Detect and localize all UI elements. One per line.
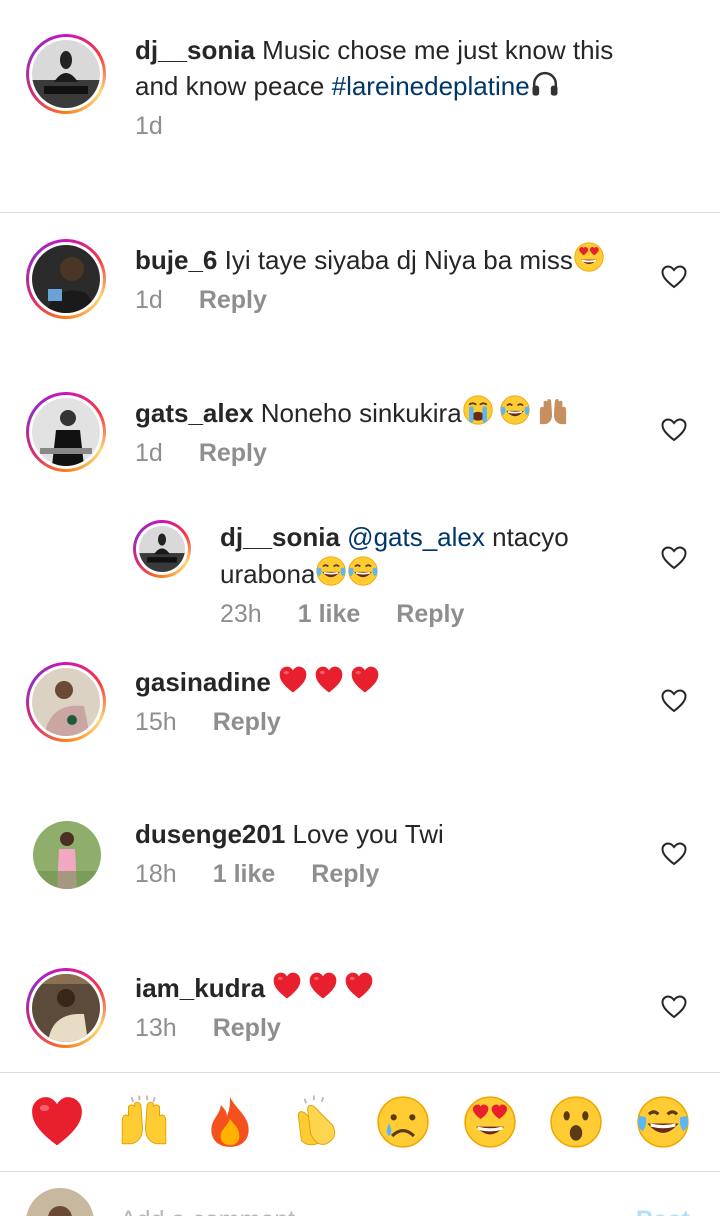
comment-text: Iyi taye siyaba dj Niya ba miss	[224, 245, 573, 275]
headphones-icon	[532, 71, 558, 96]
comment-avatar[interactable]	[33, 821, 101, 889]
tears-of-joy-emoji-icon	[315, 555, 347, 587]
clapping-hands-icon	[297, 1095, 335, 1146]
heart-eyes-emoji-icon	[573, 241, 605, 273]
red-heart-icon	[29, 1094, 85, 1150]
comment-time: 13h	[135, 1014, 177, 1042]
comment-time: 15h	[135, 708, 177, 736]
reply-button[interactable]: Reply	[199, 439, 267, 468]
like-heart-icon[interactable]	[661, 842, 687, 866]
reaction-fire[interactable]	[201, 1093, 259, 1151]
post-caption: dj__sonia Music chose me just know this …	[0, 0, 720, 212]
reply-button[interactable]: Reply	[199, 286, 267, 315]
like-heart-icon[interactable]	[661, 418, 687, 442]
heart-eyes-icon	[462, 1094, 518, 1150]
caption-divider	[0, 212, 720, 213]
red-heart-emoji-icon	[272, 971, 302, 1001]
comment-avatar[interactable]	[26, 662, 106, 742]
comment-username[interactable]: buje_6	[135, 245, 217, 275]
likes-count[interactable]: 1 like	[298, 600, 361, 629]
reply-button[interactable]: Reply	[311, 860, 379, 889]
reaction-red-heart[interactable]	[28, 1093, 86, 1151]
surprised-face-icon	[550, 1096, 602, 1148]
avatar-photo-dj-icon	[32, 40, 100, 108]
avatar-photo-icon	[26, 1188, 94, 1216]
comment-text: Love you Twi	[292, 819, 444, 849]
post-button[interactable]: Post	[636, 1206, 690, 1216]
reaction-raising-hands[interactable]	[115, 1093, 173, 1151]
red-heart-emoji-icon	[344, 971, 374, 1001]
reaction-sad-face[interactable]	[374, 1093, 432, 1151]
like-heart-icon[interactable]	[661, 546, 687, 570]
reply-username[interactable]: dj__sonia	[220, 522, 340, 552]
fire-icon	[211, 1097, 249, 1147]
caption-username[interactable]: dj__sonia	[135, 35, 255, 65]
reply-time: 23h	[220, 600, 262, 628]
raising-hands-emoji-icon	[539, 399, 566, 425]
quick-reaction-bar	[0, 1072, 720, 1172]
reaction-clapping-hands[interactable]	[288, 1093, 346, 1151]
tears-of-joy-icon	[635, 1094, 691, 1150]
comments-screen: { "caption": { "username": "dj__sonia", …	[0, 0, 720, 1216]
reaction-tears-of-joy[interactable]	[634, 1093, 692, 1151]
comment-avatar[interactable]	[26, 968, 106, 1048]
comment-text: Noneho sinkukira	[260, 398, 462, 428]
avatar-photo-dj-icon	[139, 526, 185, 572]
red-heart-emoji-icon	[314, 665, 344, 695]
reply-mention[interactable]: @gats_alex	[347, 522, 485, 552]
avatar-photo-icon	[32, 245, 100, 313]
avatar-photo-icon	[32, 668, 100, 736]
raising-hands-icon	[121, 1095, 166, 1145]
red-heart-emoji-icon	[308, 971, 338, 1001]
reply-button[interactable]: Reply	[213, 1014, 281, 1043]
reply-button[interactable]: Reply	[213, 708, 281, 737]
comment-avatar[interactable]	[26, 392, 106, 472]
comment-username[interactable]: iam_kudra	[135, 973, 265, 1003]
sad-face-icon	[377, 1096, 429, 1148]
crying-face-emoji-icon	[462, 394, 494, 426]
caption-time: 1d	[135, 112, 163, 140]
like-heart-icon[interactable]	[661, 265, 687, 289]
like-heart-icon[interactable]	[661, 995, 687, 1019]
comment-composer: Add a comment... Post	[0, 1172, 720, 1216]
red-heart-emoji-icon	[278, 665, 308, 695]
avatar-photo-icon	[33, 821, 101, 889]
like-heart-icon[interactable]	[661, 689, 687, 713]
comment-username[interactable]: dusenge201	[135, 819, 285, 849]
caption-avatar[interactable]	[26, 34, 106, 114]
comment-input[interactable]: Add a comment...	[120, 1206, 316, 1216]
comment-username[interactable]: gats_alex	[135, 398, 254, 428]
reaction-heart-eyes[interactable]	[461, 1093, 519, 1151]
comment-time: 1d	[135, 286, 163, 314]
red-heart-emoji-icon	[350, 665, 380, 695]
own-avatar[interactable]	[26, 1188, 94, 1216]
comment-username[interactable]: gasinadine	[135, 667, 271, 697]
tears-of-joy-emoji-icon	[498, 394, 532, 426]
likes-count[interactable]: 1 like	[213, 860, 276, 889]
tears-of-joy-emoji-icon	[347, 555, 379, 587]
reply-avatar[interactable]	[133, 520, 191, 578]
reaction-surprised-face[interactable]	[547, 1093, 605, 1151]
caption-hashtag[interactable]: #lareinedeplatine	[332, 71, 530, 101]
comment-time: 1d	[135, 439, 163, 467]
reply-button[interactable]: Reply	[396, 600, 464, 629]
avatar-photo-icon	[32, 974, 100, 1042]
avatar-photo-icon	[32, 398, 100, 466]
comment-avatar[interactable]	[26, 239, 106, 319]
comment-time: 18h	[135, 860, 177, 888]
